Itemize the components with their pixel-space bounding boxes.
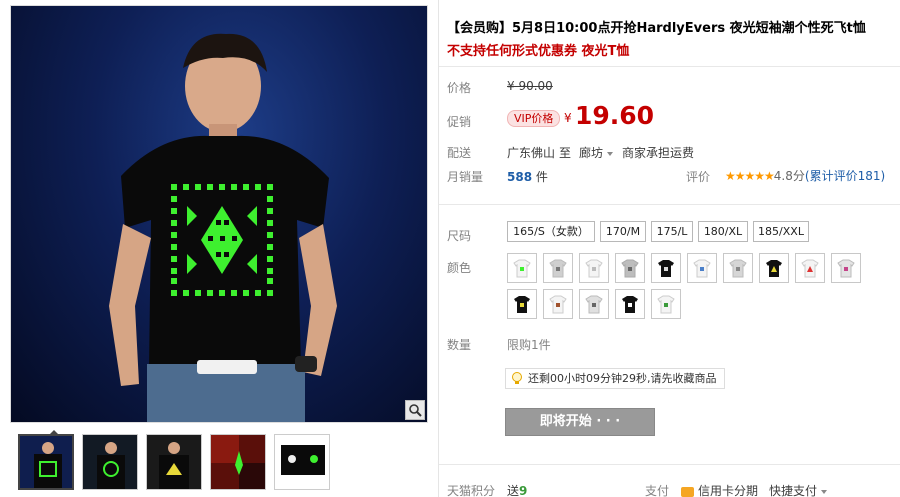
color-option-13[interactable] [579, 289, 609, 319]
points-prefix: 送 [507, 484, 520, 497]
purchase-limit: 限购1件 [507, 338, 551, 352]
product-subtitle: 不支持任何形式优惠券 夜光T恤 [447, 44, 630, 59]
destination-value: 廊坊 [579, 146, 604, 160]
credit-card-label: 信用卡分期 [698, 484, 759, 497]
credit-card-installment[interactable]: 信用卡分期 [681, 482, 758, 497]
review-summary[interactable]: ★★★★★4.8分(累计评价181) [725, 167, 885, 184]
color-option-8[interactable] [759, 253, 789, 283]
rating-score: 4.8分 [773, 169, 805, 183]
color-option-15[interactable] [651, 289, 681, 319]
size-option-170[interactable]: 170/M [600, 221, 646, 242]
product-info-panel: 【会员购】5月8日10:00点开抢HardlyEvers 夜光短袖潮个性死飞t恤… [438, 0, 900, 497]
rating-stars-icon: ★★★★★ [725, 169, 775, 183]
size-label: 尺码 [447, 229, 472, 243]
fast-pay[interactable]: 快捷支付 [769, 482, 828, 497]
color-option-9[interactable] [795, 253, 825, 283]
color-option-4[interactable] [615, 253, 645, 283]
color-option-3[interactable] [579, 253, 609, 283]
sales-count: 588 [507, 170, 533, 184]
countdown-tip: 还剩00小时09分钟29秒,请先收藏商品 [505, 368, 725, 389]
lightbulb-icon [512, 372, 522, 384]
shipping-fee-note: 商家承担运费 [622, 146, 695, 160]
thumbnail-2[interactable] [82, 434, 138, 490]
thumbnail-4[interactable] [210, 434, 266, 490]
payment-label: 支付 [645, 484, 670, 497]
ship-to-word: 至 [559, 146, 572, 160]
sales-unit: 件 [535, 170, 548, 184]
color-label: 颜色 [447, 261, 472, 275]
color-option-10[interactable] [831, 253, 861, 283]
thumbnail-3[interactable] [146, 434, 202, 490]
color-option-14[interactable] [615, 289, 645, 319]
ship-from: 广东佛山 [507, 146, 556, 160]
review-label: 评价 [686, 170, 711, 184]
model-photo [109, 33, 337, 422]
color-option-2[interactable] [543, 253, 573, 283]
color-option-11[interactable] [507, 289, 537, 319]
zoom-icon[interactable] [405, 400, 425, 420]
fast-pay-label: 快捷支付 [769, 484, 818, 497]
size-option-180[interactable]: 180/XL [698, 221, 748, 242]
size-option-185[interactable]: 185/XXL [753, 221, 809, 242]
monthly-sales: 588 件 [507, 168, 548, 185]
coming-soon-button[interactable]: 即将开始 · · · [505, 408, 655, 436]
quantity-label: 数量 [447, 338, 472, 352]
color-option-6[interactable] [687, 253, 717, 283]
shipping-label: 配送 [447, 146, 472, 160]
points-label: 天猫积分 [447, 484, 496, 497]
destination-select[interactable]: 廊坊 [579, 144, 614, 161]
product-title: 【会员购】5月8日10:00点开抢HardlyEvers 夜光短袖潮个性死飞t恤 [447, 21, 866, 36]
chevron-down-icon [607, 151, 614, 156]
credit-card-icon [681, 486, 694, 497]
vip-price-badge: VIP价格 [507, 110, 561, 127]
thumbnail-5[interactable] [274, 434, 330, 490]
color-option-5[interactable] [651, 253, 681, 283]
divider [439, 464, 900, 465]
divider [439, 204, 900, 205]
promo-price-label: 促销 [447, 115, 472, 129]
main-product-image[interactable] [10, 5, 428, 423]
divider [439, 66, 900, 67]
currency-symbol: ¥ [564, 111, 572, 125]
monthly-sales-label: 月销量 [447, 170, 484, 184]
thumbnail-1[interactable] [18, 434, 74, 490]
color-option-7[interactable] [723, 253, 753, 283]
points-value: 送9 [507, 482, 527, 497]
chevron-down-icon [821, 489, 828, 494]
thumbnail-strip [10, 430, 430, 490]
points-number: 9 [519, 484, 528, 497]
original-price: ¥ 90.00 [507, 79, 553, 93]
size-option-165[interactable]: 165/S（女款） [507, 221, 595, 242]
color-option-12[interactable] [543, 289, 573, 319]
color-option-1[interactable] [507, 253, 537, 283]
original-price-label: 价格 [447, 81, 472, 95]
promo-price: 19.60 [575, 101, 655, 130]
size-option-175[interactable]: 175/L [651, 221, 693, 242]
review-count-link[interactable]: (累计评价181) [805, 169, 885, 183]
countdown-text: 还剩00小时09分钟29秒,请先收藏商品 [528, 372, 717, 385]
